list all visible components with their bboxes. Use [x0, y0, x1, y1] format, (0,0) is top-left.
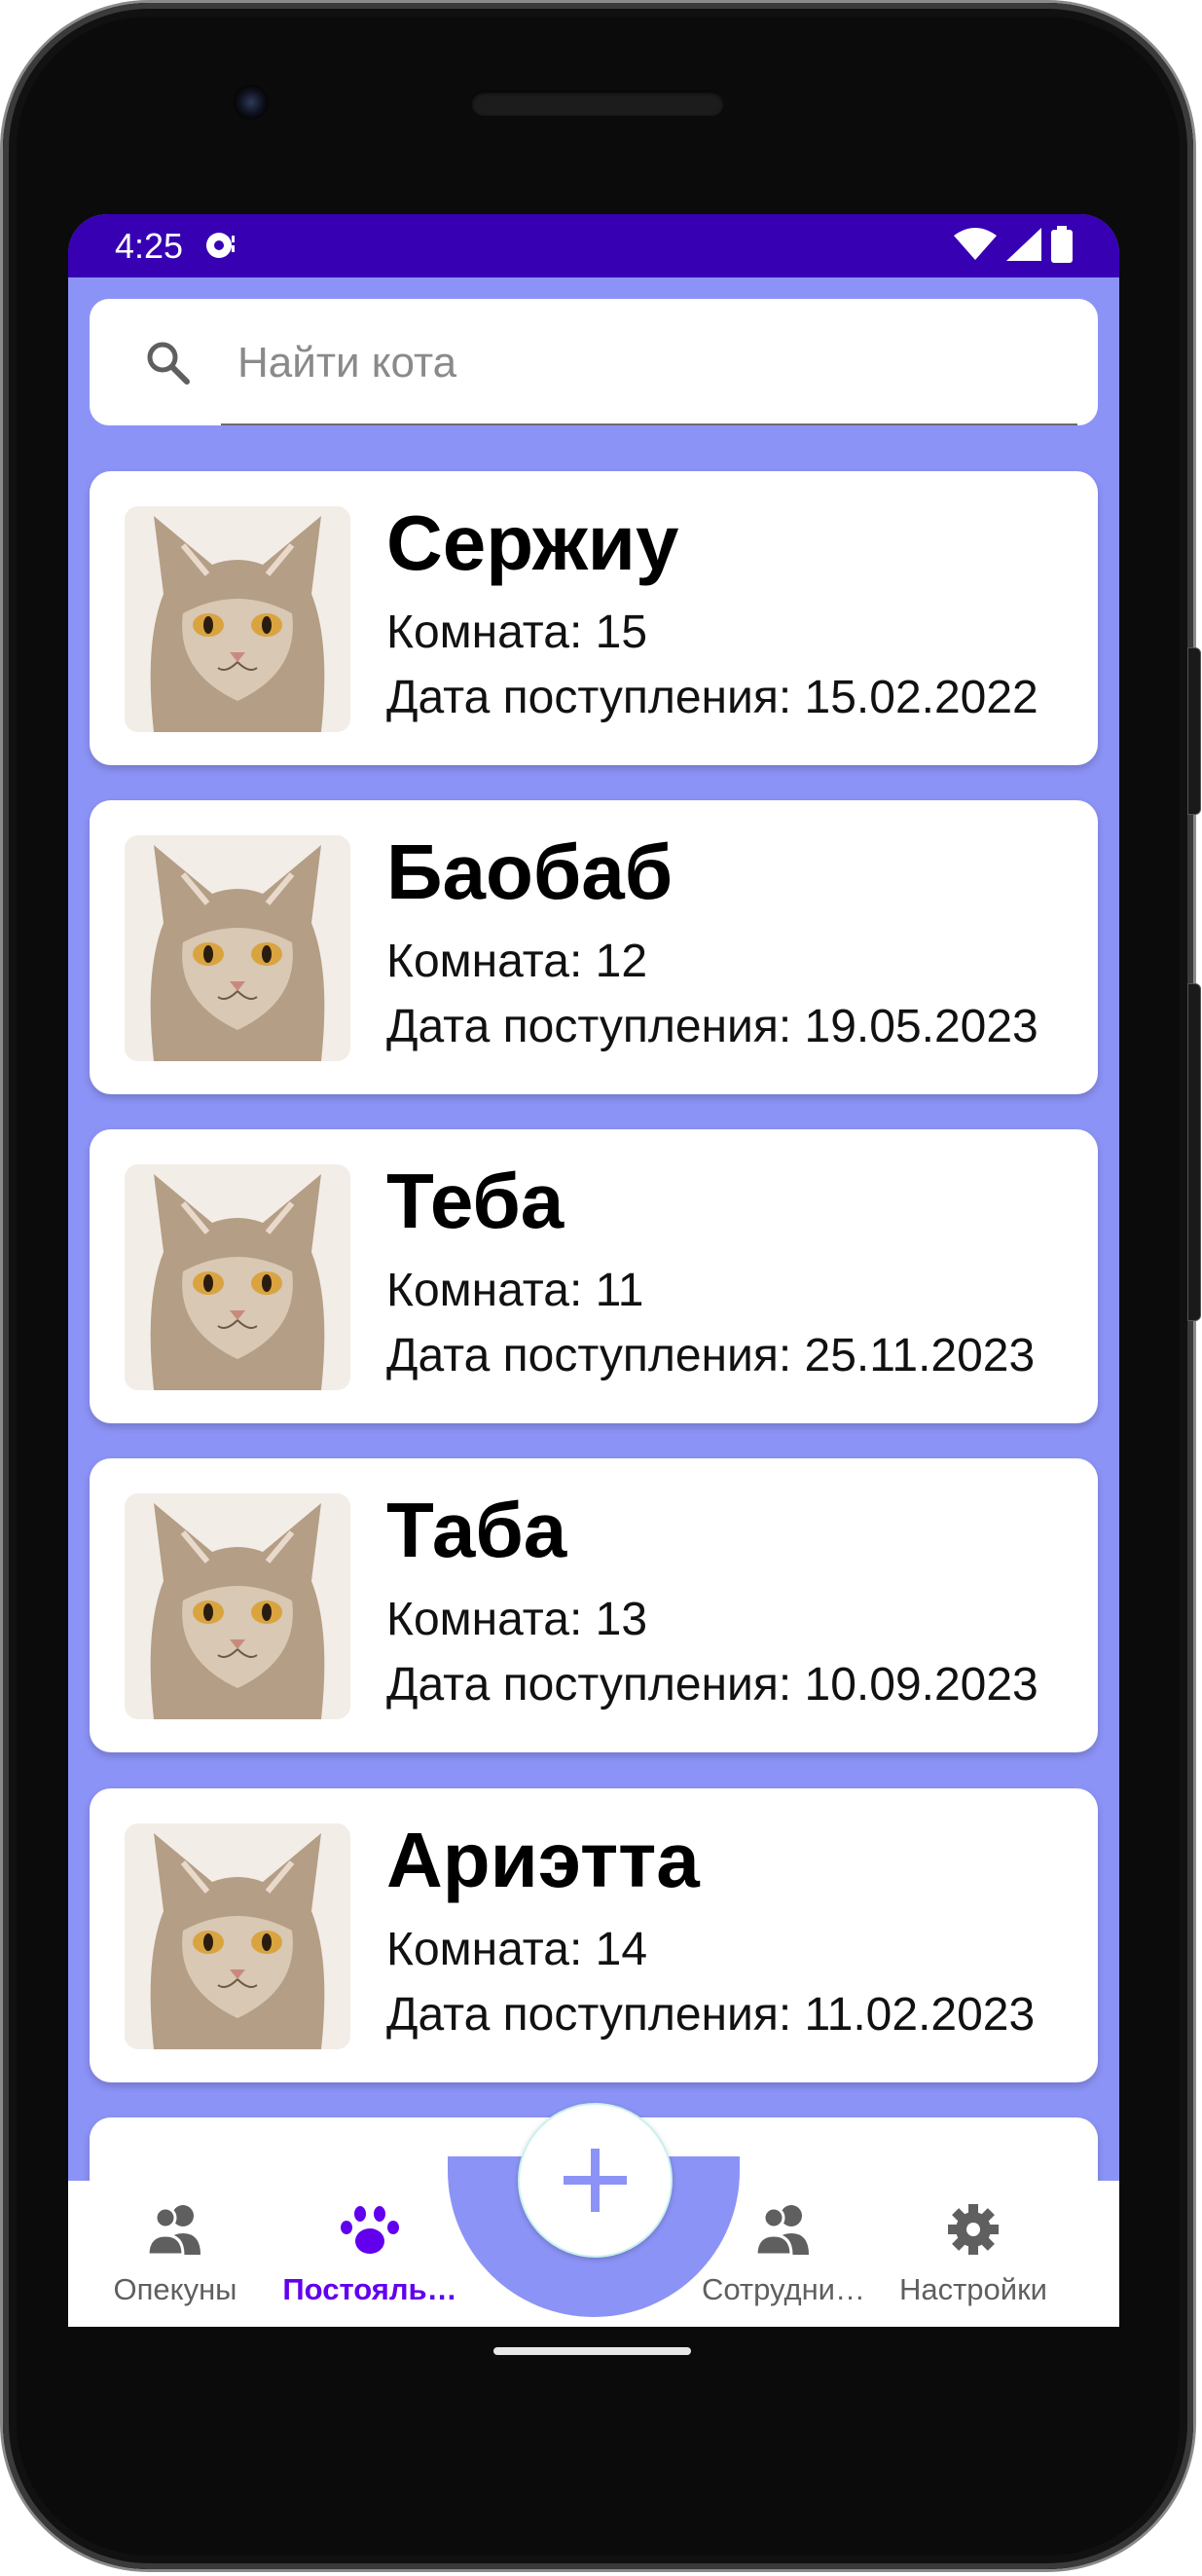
- cat-face-icon: [125, 506, 350, 732]
- cat-date: Дата поступления: 15.02.2022: [386, 672, 1038, 723]
- cat-face-icon: [125, 1164, 350, 1390]
- cat-card[interactable]: Сержиу Комната: 15 Дата поступления: 15.…: [90, 471, 1098, 765]
- cat-date: Дата поступления: 25.11.2023: [386, 1330, 1036, 1381]
- cat-date: Дата поступления: 11.02.2023: [386, 1989, 1036, 2041]
- cat-card[interactable]: Баобаб Комната: 12 Дата поступления: 19.…: [90, 800, 1098, 1094]
- cat-name: Ариэтта: [386, 1817, 700, 1903]
- people-icon: [754, 2205, 809, 2257]
- cat-date: Дата поступления: 10.09.2023: [386, 1659, 1038, 1711]
- nav-label: Настройки: [898, 2272, 1047, 2306]
- cat-name: Баобаб: [386, 828, 674, 915]
- front-camera: [234, 85, 269, 120]
- nav-label: Опекуны: [113, 2272, 237, 2306]
- cat-card[interactable]: Ариэтта Комната: 14 Дата поступления: 11…: [90, 1788, 1098, 2082]
- power-button: [1187, 647, 1201, 815]
- cat-room: Комната: 12: [386, 936, 648, 987]
- cat-name: Теба: [386, 1158, 565, 1244]
- nav-item-staff[interactable]: Сотрудни…: [676, 2200, 891, 2317]
- cat-room: Комната: 11: [386, 1265, 644, 1316]
- cat-name: Сержиу: [386, 499, 679, 586]
- cat-room: Комната: 15: [386, 607, 648, 658]
- cat-photo: [125, 1823, 350, 2049]
- cat-card[interactable]: Теба Комната: 11 Дата поступления: 25.11…: [90, 1129, 1098, 1423]
- nav-item-residents[interactable]: Постояль…: [263, 2200, 477, 2317]
- earpiece-speaker: [471, 91, 724, 116]
- nav-label: Сотрудни…: [701, 2272, 866, 2306]
- people-icon: [146, 2205, 200, 2257]
- cat-photo: [125, 835, 350, 1061]
- cat-photo: [125, 506, 350, 732]
- nav-item-guardians[interactable]: Опекуны: [68, 2200, 282, 2317]
- nav-label: Постояль…: [282, 2272, 457, 2306]
- cat-date: Дата поступления: 19.05.2023: [386, 1001, 1038, 1052]
- nav-item-settings[interactable]: Настройки: [866, 2200, 1080, 2317]
- cat-name: Таба: [386, 1487, 567, 1573]
- cat-photo: [125, 1493, 350, 1719]
- cat-photo: [125, 1164, 350, 1390]
- cat-card[interactable]: Таба Комната: 13 Дата поступления: 10.09…: [90, 1458, 1098, 1752]
- cat-room: Комната: 13: [386, 1594, 648, 1645]
- paw-icon: [341, 2206, 399, 2254]
- cat-face-icon: [125, 835, 350, 1061]
- cat-list[interactable]: Сержиу Комната: 15 Дата поступления: 15.…: [68, 214, 1119, 2234]
- cat-room: Комната: 14: [386, 1924, 648, 1975]
- gear-icon: [948, 2204, 999, 2255]
- cat-face-icon: [125, 1823, 350, 2049]
- volume-button: [1187, 983, 1201, 1321]
- plus-icon: [564, 2149, 627, 2212]
- add-cat-button[interactable]: [518, 2103, 673, 2258]
- home-indicator[interactable]: [493, 2347, 691, 2355]
- cat-face-icon: [125, 1493, 350, 1719]
- app-screen: 4:25 Найти кота Сержиу Комната: 15 Дата …: [68, 214, 1119, 2327]
